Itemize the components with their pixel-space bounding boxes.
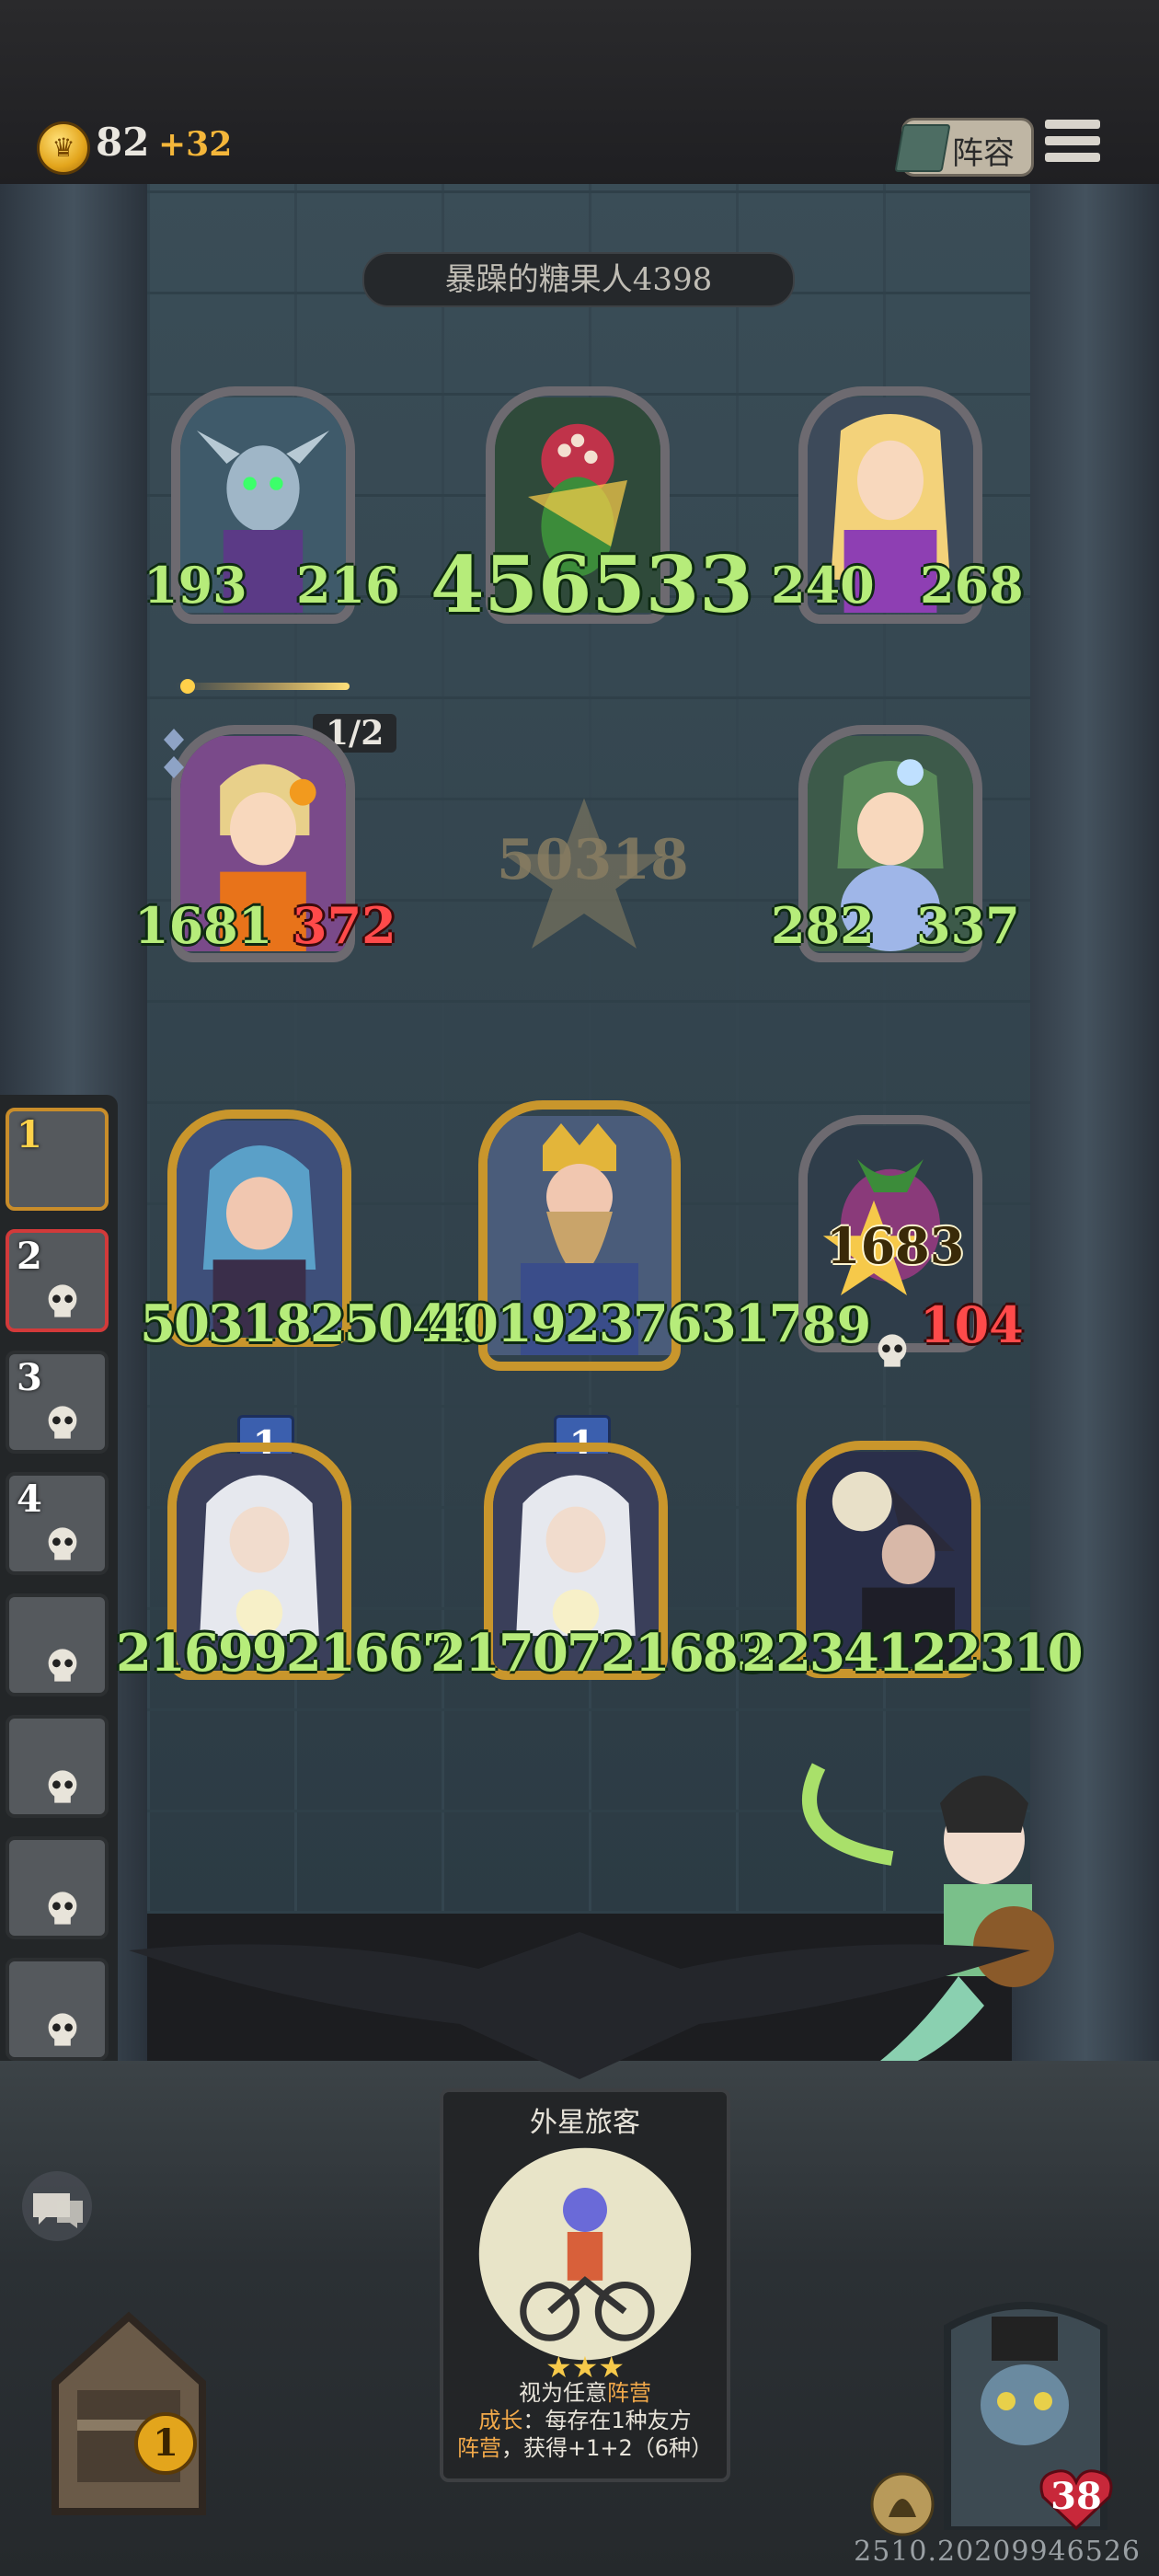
desc-text: ，获得+1+2（6种）: [500, 2435, 714, 2461]
shop-card-description: 视为任意阵营 成长：每存在1种友方 阵营，获得+1+2（6种）: [451, 2379, 719, 2462]
queue-slot-number: 4: [17, 1478, 42, 1521]
tier-diamond-icon: [164, 729, 184, 784]
enemy-5-attack: 282: [771, 896, 875, 955]
desc-keyword: 阵营: [456, 2435, 501, 2461]
player-3-attack: 89: [802, 1295, 872, 1354]
queue-slot-3[interactable]: 3: [6, 1351, 109, 1454]
projectile-effect: [175, 679, 350, 694]
desc-keyword: 阵营: [607, 2380, 651, 2406]
enemy-1-attack: 193: [143, 556, 247, 615]
skull-icon: [48, 1284, 77, 1317]
shop-card[interactable]: 外星旅客 ★★★ 视为任意阵营 成长：每存在1种友方 阵营，获得+1+2（6种）: [440, 2088, 730, 2482]
enemy-name: 暴躁的糖果人4398: [444, 261, 713, 298]
chest-count: 1: [134, 2412, 197, 2475]
helmet-icon[interactable]: [870, 2471, 935, 2537]
queue-slot-6[interactable]: [6, 1715, 109, 1818]
queue-slot-number: 1: [17, 1113, 42, 1156]
skull-icon: [48, 1892, 77, 1925]
player-5-stats: 2170721683: [430, 1623, 773, 1684]
version-text: 2510.20209946526: [854, 2536, 1141, 2568]
enemy-2-big-value: 456533: [430, 539, 753, 630]
queue-slot-number: 3: [17, 1356, 42, 1399]
queue-slot-5[interactable]: [6, 1593, 109, 1696]
player-2-stats: 40192376317: [429, 1294, 805, 1354]
queue-slot-number: 2: [17, 1235, 42, 1278]
queue-slot-8[interactable]: [6, 1958, 109, 2061]
enemy-4-attack: 1681: [134, 896, 273, 955]
coin-icon: ♛: [37, 121, 90, 175]
queue-slot-1[interactable]: 1: [6, 1108, 109, 1211]
enemy-3-attack: 240: [771, 556, 875, 615]
center-value: 50318: [497, 828, 689, 892]
player-4-stats: 2169921667: [116, 1623, 458, 1684]
desc-text: ：每存在1种友方: [522, 2408, 692, 2433]
queue-slot-2[interactable]: 2: [6, 1229, 109, 1332]
roster-button[interactable]: 阵容: [894, 118, 1034, 177]
shop-card-portrait: [478, 2147, 692, 2361]
floating-value: 1683: [826, 1216, 965, 1275]
skull-icon: [48, 1406, 77, 1439]
desc-keyword: 成长: [478, 2408, 523, 2433]
book-icon: [894, 124, 951, 172]
queue-slot-7[interactable]: [6, 1836, 109, 1939]
player-hp: 38: [1050, 2475, 1102, 2518]
turn-queue: 1 2 3 4: [0, 1095, 118, 2088]
gold-amount: 82: [96, 120, 150, 165]
player-3-health: 104: [920, 1295, 1024, 1354]
skull-icon: [48, 2013, 77, 2046]
skull-icon: [48, 1527, 77, 1560]
chest-icon[interactable]: [37, 2309, 221, 2521]
roster-label: 阵容: [952, 135, 1015, 172]
shop-card-title: 外星旅客: [530, 2107, 640, 2139]
desc-text: 视为任意: [519, 2380, 607, 2406]
queue-slot-4[interactable]: 4: [6, 1472, 109, 1575]
gold-bonus: +32: [158, 125, 233, 164]
enemy-5-health: 337: [916, 896, 1020, 955]
enemy-3-health: 268: [920, 556, 1024, 615]
enemy-name-bar: 暴躁的糖果人4398: [362, 252, 795, 307]
menu-icon[interactable]: [1045, 120, 1100, 169]
bat-ornament: [129, 1932, 1030, 2079]
enemy-1-health: 216: [296, 556, 400, 615]
skull-icon: [48, 1649, 77, 1682]
player-6-stats: 2234122310: [741, 1623, 1084, 1684]
skull-icon: [878, 1334, 907, 1367]
enemy-4-health: 372: [293, 896, 396, 955]
chat-icon[interactable]: [13, 2171, 101, 2241]
skull-icon: [48, 1770, 77, 1803]
